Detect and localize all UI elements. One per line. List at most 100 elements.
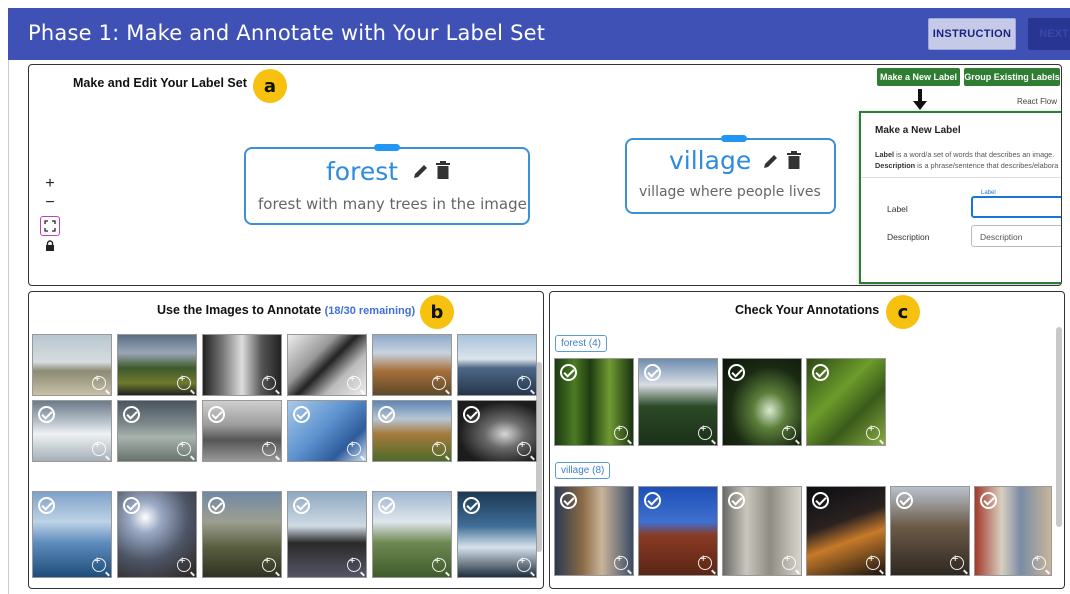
divider bbox=[861, 177, 1061, 178]
label-set-panel: Make and Edit Your Label Set a + − fores… bbox=[28, 64, 1062, 286]
zoom-icon[interactable] bbox=[950, 553, 964, 570]
label-card-village[interactable]: village village where people lives bbox=[625, 135, 836, 214]
image-thumbnail[interactable] bbox=[554, 486, 634, 576]
badge-c: c bbox=[886, 295, 920, 329]
image-thumbnail[interactable] bbox=[638, 486, 718, 576]
help-desc-term: Description bbox=[875, 161, 916, 170]
image-thumbnail[interactable] bbox=[32, 334, 112, 396]
zoom-icon[interactable] bbox=[432, 439, 446, 456]
image-thumbnail[interactable] bbox=[202, 400, 282, 462]
make-new-label-button[interactable]: Make a New Label bbox=[877, 68, 960, 86]
zoom-icon[interactable] bbox=[92, 439, 106, 456]
zoom-icon[interactable] bbox=[1032, 553, 1046, 570]
lock-icon[interactable] bbox=[41, 237, 59, 255]
left-border bbox=[8, 60, 9, 594]
image-thumbnail[interactable] bbox=[287, 334, 367, 396]
check-icon bbox=[293, 497, 310, 514]
zoom-icon[interactable] bbox=[698, 423, 712, 440]
image-thumbnail[interactable] bbox=[287, 400, 367, 462]
zoom-icon[interactable] bbox=[432, 555, 446, 572]
zoom-icon[interactable] bbox=[517, 555, 531, 572]
image-thumbnail[interactable] bbox=[32, 491, 112, 578]
check-icon bbox=[378, 406, 395, 423]
check-icon bbox=[38, 406, 55, 423]
group-tag-forest[interactable]: forest (4) bbox=[555, 335, 608, 352]
image-thumbnail[interactable] bbox=[457, 491, 537, 578]
fit-view-icon[interactable] bbox=[40, 216, 60, 236]
image-thumbnail[interactable] bbox=[457, 400, 537, 462]
check-icon bbox=[812, 492, 829, 509]
zoom-icon[interactable] bbox=[517, 373, 531, 390]
zoom-icon[interactable] bbox=[614, 423, 628, 440]
zoom-icon[interactable] bbox=[866, 553, 880, 570]
badge-b: b bbox=[420, 295, 454, 329]
image-thumbnail[interactable] bbox=[806, 358, 886, 446]
zoom-icon[interactable] bbox=[347, 373, 361, 390]
badge-a: a bbox=[253, 69, 287, 103]
image-thumbnail[interactable] bbox=[32, 400, 112, 462]
image-thumbnail[interactable] bbox=[202, 334, 282, 396]
image-thumbnail[interactable] bbox=[974, 486, 1052, 576]
image-thumbnail[interactable] bbox=[372, 400, 452, 462]
image-thumbnail[interactable] bbox=[287, 491, 367, 578]
check-annotations-panel: Check Your Annotations c forest (4) vill… bbox=[549, 291, 1065, 589]
image-thumbnail[interactable] bbox=[722, 486, 802, 576]
group-labels-button[interactable]: Group Existing Labels bbox=[964, 68, 1060, 86]
image-thumbnail[interactable] bbox=[806, 486, 886, 576]
zoom-icon[interactable] bbox=[782, 553, 796, 570]
label-name: village bbox=[669, 146, 752, 175]
delete-icon[interactable] bbox=[786, 151, 802, 175]
zoom-icon[interactable] bbox=[177, 373, 191, 390]
zoom-icon[interactable] bbox=[262, 373, 276, 390]
zoom-icon[interactable] bbox=[347, 439, 361, 456]
instruction-button[interactable]: INSTRUCTION bbox=[928, 18, 1016, 50]
image-thumbnail[interactable] bbox=[117, 400, 197, 462]
cancel-button[interactable]: CA bbox=[1061, 262, 1062, 271]
help-desc-text: is a phrase/sentence that describes/elab… bbox=[915, 161, 1059, 170]
next-button[interactable]: NEXT bbox=[1028, 18, 1070, 50]
image-thumbnail[interactable] bbox=[372, 334, 452, 396]
zoom-icon[interactable] bbox=[262, 439, 276, 456]
help-label-term: Label bbox=[875, 150, 895, 159]
check-icon bbox=[123, 497, 140, 514]
zoom-out-button[interactable]: − bbox=[41, 194, 59, 212]
zoom-icon[interactable] bbox=[92, 373, 106, 390]
zoom-icon[interactable] bbox=[177, 439, 191, 456]
image-thumbnail[interactable] bbox=[117, 491, 197, 578]
check-title: Check Your Annotations bbox=[735, 303, 880, 317]
edit-icon[interactable] bbox=[762, 152, 780, 175]
image-thumbnail[interactable] bbox=[117, 334, 197, 396]
zoom-icon[interactable] bbox=[614, 553, 628, 570]
card-handle[interactable] bbox=[721, 135, 747, 142]
group-tag-village[interactable]: village (8) bbox=[555, 462, 611, 479]
image-thumbnail[interactable] bbox=[890, 486, 970, 576]
description-input[interactable]: Description bbox=[971, 225, 1061, 247]
image-thumbnail[interactable] bbox=[554, 358, 634, 446]
check-icon bbox=[896, 492, 913, 509]
zoom-icon[interactable] bbox=[698, 553, 712, 570]
remaining-count: (18/30 remaining) bbox=[324, 305, 416, 317]
zoom-icon[interactable] bbox=[782, 423, 796, 440]
label-input[interactable] bbox=[971, 196, 1061, 218]
zoom-icon[interactable] bbox=[866, 423, 880, 440]
image-thumbnail[interactable] bbox=[638, 358, 718, 446]
scrollbar[interactable] bbox=[1056, 327, 1062, 527]
zoom-icon[interactable] bbox=[262, 555, 276, 572]
image-thumbnail[interactable] bbox=[722, 358, 802, 446]
delete-icon[interactable] bbox=[435, 161, 451, 185]
image-thumbnail[interactable] bbox=[202, 491, 282, 578]
zoom-icon[interactable] bbox=[517, 439, 531, 456]
edit-icon[interactable] bbox=[412, 162, 430, 185]
image-thumbnail[interactable] bbox=[457, 334, 537, 396]
react-flow-attribution[interactable]: React Flow bbox=[1017, 97, 1057, 106]
zoom-icon[interactable] bbox=[92, 555, 106, 572]
card-handle[interactable] bbox=[374, 144, 400, 151]
zoom-icon[interactable] bbox=[432, 373, 446, 390]
image-thumbnail[interactable] bbox=[372, 491, 452, 578]
zoom-icon[interactable] bbox=[347, 555, 361, 572]
zoom-icon[interactable] bbox=[177, 555, 191, 572]
label-card-forest[interactable]: forest forest with many trees in the ima… bbox=[244, 144, 530, 225]
zoom-in-button[interactable]: + bbox=[41, 175, 59, 193]
label-description: village where people lives bbox=[639, 184, 821, 200]
check-icon bbox=[463, 497, 480, 514]
